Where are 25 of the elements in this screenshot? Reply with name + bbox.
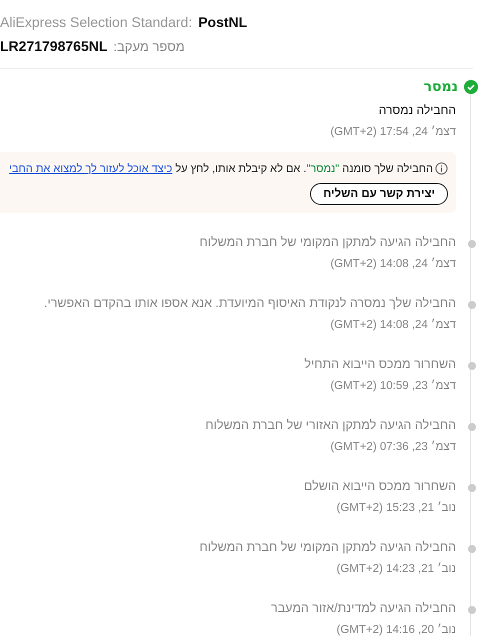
- event-time: דצמ׳ 24, 14:08 (GMT+2): [329, 258, 456, 270]
- event-description: השחרור ממכס הייבוא התחיל: [303, 357, 456, 371]
- carrier-name: PostNL: [198, 14, 248, 30]
- event-description: החבילה הגיעה למתקן המקומי של חברת המשלוח: [198, 235, 456, 249]
- event-time: דצמ׳ 23, 10:59 (GMT+2): [329, 380, 456, 392]
- tracking-label: מספר מעקב:: [113, 39, 185, 54]
- shipping-service: AliExpress Selection Standard:: [0, 14, 192, 30]
- event-description: החבילה הגיעה למדינת/אזור המעבר: [270, 601, 456, 615]
- event-description: החבילה שלך נמסרה לנקודת האיסוף המיועדת. אנא אספו אותו בהקדם האפשרי.: [43, 296, 456, 310]
- event-time: נוב׳ 21, 15:23 (GMT+2): [336, 502, 456, 514]
- event-time: נוב׳ 21, 14:23 (GMT+2): [336, 563, 456, 575]
- event-time: דצמ׳ 23, 07:36 (GMT+2): [329, 441, 456, 453]
- event-description: החבילה הגיעה למתקן המקומי של חברת המשלוח: [198, 540, 456, 554]
- event-description: החבילה נמסרה: [378, 103, 456, 117]
- event-time: נוב׳ 20, 14:16 (GMT+2): [336, 624, 456, 636]
- contact-courier-button[interactable]: יצירת קשר עם השליח: [310, 183, 448, 205]
- notice-text: החבילה שלך סומנה "נמסר". אם לא קיבלת אותו, לחץ על כיצד אוכל לעזור לך למצוא את החבי: [9, 162, 433, 174]
- event-time: דצמ׳ 24, 17:54 (GMT+2): [329, 126, 456, 138]
- event-time: דצמ׳ 24, 14:08 (GMT+2): [329, 319, 456, 331]
- status-label: נמסר: [424, 79, 458, 95]
- help-link[interactable]: כיצד אוכל לעזור לך למצוא את החבי: [9, 162, 172, 174]
- event-description: השחרור ממכס הייבוא הושלם: [302, 479, 456, 493]
- event-description: החבילה הגיעה למתקן האזורי של חברת המשלוח: [204, 418, 456, 432]
- tracking-number: LR271798765NL: [0, 38, 108, 54]
- info-icon: [435, 162, 448, 175]
